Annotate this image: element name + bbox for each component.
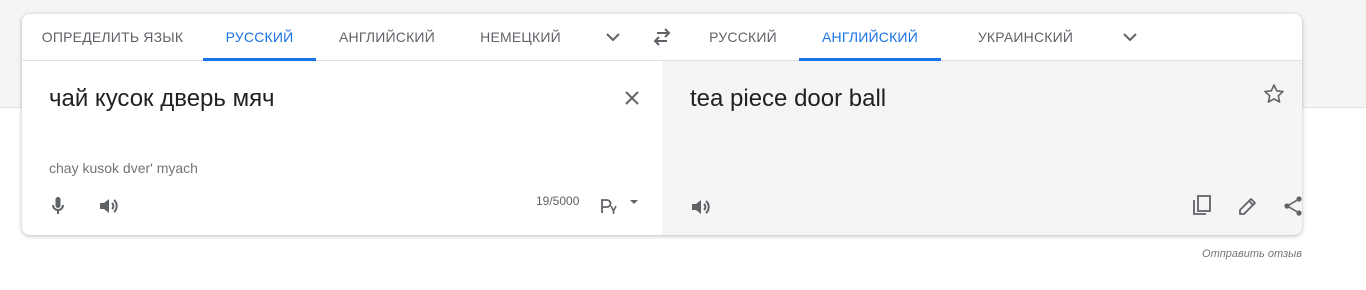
speaker-icon[interactable] [96,194,120,218]
tab-detect-language[interactable]: ОПРЕДЕЛИТЬ ЯЗЫК [22,14,203,60]
tab-target-english[interactable]: АНГЛИЙСКИЙ [799,14,941,61]
tab-target-russian[interactable]: РУССКИЙ [690,14,796,60]
tab-source-russian[interactable]: РУССКИЙ [203,14,316,61]
tab-source-german[interactable]: НЕМЕЦКИЙ [466,14,575,60]
source-pane: чай кусок дверь мяч chay kusok dver' mya… [22,61,662,235]
star-icon[interactable] [1262,82,1286,106]
swap-arrows-icon[interactable] [650,25,674,49]
source-more-languages-icon[interactable] [601,25,625,49]
copy-icon[interactable] [1190,194,1214,218]
source-text-input[interactable]: чай кусок дверь мяч [49,85,275,113]
send-feedback-link[interactable]: Отправить отзыв [1140,248,1302,260]
target-pane: tea piece door ball [662,61,1302,235]
translator-card: ОПРЕДЕЛИТЬ ЯЗЫК РУССКИЙ АНГЛИЙСКИЙ НЕМЕЦ… [22,14,1302,235]
speaker-icon[interactable] [688,195,712,219]
close-icon[interactable] [620,86,644,110]
tab-source-english[interactable]: АНГЛИЙСКИЙ [325,14,449,60]
microphone-icon[interactable] [46,194,70,218]
keyboard-layout-icon[interactable] [600,194,640,218]
transliteration-text: chay kusok dver' myach [49,160,198,176]
translated-text: tea piece door ball [690,85,887,112]
pencil-icon[interactable] [1236,194,1260,218]
share-icon[interactable] [1281,194,1302,218]
tab-target-ukrainian[interactable]: УКРАИНСКИЙ [952,14,1099,60]
translate-page: ОПРЕДЕЛИТЬ ЯЗЫК РУССКИЙ АНГЛИЙСКИЙ НЕМЕЦ… [0,0,1366,290]
character-counter: 19/5000 [536,194,580,208]
target-more-languages-icon[interactable] [1118,25,1142,49]
language-bar: ОПРЕДЕЛИТЬ ЯЗЫК РУССКИЙ АНГЛИЙСКИЙ НЕМЕЦ… [22,14,1302,61]
